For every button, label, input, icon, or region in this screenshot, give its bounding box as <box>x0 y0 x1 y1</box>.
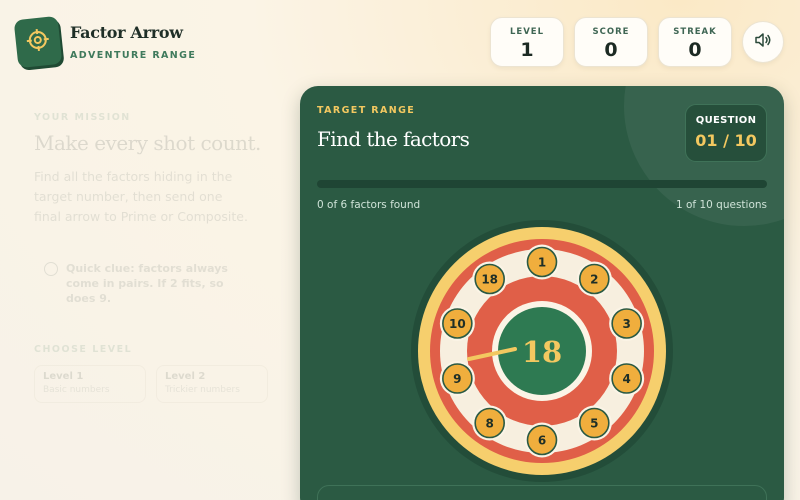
factor-option-8[interactable]: 8 <box>472 405 508 441</box>
progress-bar <box>317 180 767 188</box>
question-label: QUESTION <box>695 115 757 126</box>
mission-title: Make every shot count. <box>34 131 261 155</box>
bead-number: 10 <box>449 317 466 331</box>
questions-count-text: 1 of 10 questions <box>675 199 767 211</box>
level-1-option[interactable]: Level 1 Basic numbers <box>34 365 146 403</box>
brand: Factor Arrow ADVENTURE RANGE <box>13 15 197 69</box>
streak-label: STREAK <box>673 27 717 37</box>
question-counter: QUESTION 01 / 10 <box>685 104 767 162</box>
question-value: 01 / 10 <box>695 131 757 150</box>
bead-number: 1 <box>538 256 546 270</box>
factor-option-5[interactable]: 5 <box>576 405 612 441</box>
factor-option-3[interactable]: 3 <box>609 305 645 341</box>
factors-found-text: 0 of 6 factors found <box>317 199 421 211</box>
level-2-option[interactable]: Level 2 Trickier numbers <box>156 365 268 403</box>
app-subtitle: ADVENTURE RANGE <box>70 50 197 61</box>
level-option-title: Level 1 <box>43 371 84 382</box>
level-option-subtitle: Basic numbers <box>43 385 110 395</box>
speaker-icon <box>753 30 773 54</box>
factor-option-1[interactable]: 1 <box>524 244 560 280</box>
choose-level-label: CHOOSE LEVEL <box>34 344 133 355</box>
bead-number: 2 <box>590 272 598 286</box>
bead-number: 18 <box>481 272 498 286</box>
mission-kicker: YOUR MISSION <box>34 112 131 123</box>
factor-option-10[interactable]: 10 <box>439 305 475 341</box>
logo <box>13 15 63 69</box>
game-title: Find the factors <box>317 127 470 151</box>
score-label: SCORE <box>592 27 630 37</box>
streak-value: 0 <box>688 39 702 61</box>
target-board: 1 2 3 4 5 6 8 9 10 18 18 <box>411 220 673 482</box>
game-panel: TARGET RANGE Find the factors QUESTION 0… <box>300 86 784 500</box>
mission-description: Find all the factors hiding in the targe… <box>34 169 248 224</box>
app-title: Factor Arrow <box>70 23 183 42</box>
streak-stat: STREAK 0 <box>658 17 732 67</box>
factor-option-18[interactable]: 18 <box>472 261 508 297</box>
clue-text: Quick clue: factors always come in pairs… <box>66 262 228 305</box>
factor-option-2[interactable]: 2 <box>576 261 612 297</box>
level-option-subtitle: Trickier numbers <box>165 385 240 395</box>
score-value: 0 <box>604 39 618 61</box>
level-value: 1 <box>520 39 534 61</box>
target-icon <box>25 27 52 57</box>
factor-option-9[interactable]: 9 <box>439 361 475 397</box>
bead-number: 6 <box>538 434 546 448</box>
factor-option-4[interactable]: 4 <box>609 361 645 397</box>
level-stat: LEVEL 1 <box>490 17 564 67</box>
score-stat: SCORE 0 <box>574 17 648 67</box>
factor-option-6[interactable]: 6 <box>524 422 560 458</box>
hint-icon <box>44 262 58 276</box>
clue-box: Quick clue: factors always come in pairs… <box>36 251 261 316</box>
bead-number: 4 <box>622 372 630 386</box>
target-number: 18 <box>522 335 562 369</box>
bead-number: 8 <box>486 417 494 431</box>
sound-toggle-button[interactable] <box>742 21 784 63</box>
bead-number: 3 <box>622 317 630 331</box>
bead-number: 5 <box>590 417 598 431</box>
level-option-title: Level 2 <box>165 371 206 382</box>
bead-number: 9 <box>453 372 461 386</box>
target-range-label: TARGET RANGE <box>317 105 416 116</box>
mission-panel: YOUR MISSION Make every shot count. Find… <box>34 112 274 403</box>
level-label: LEVEL <box>509 27 545 37</box>
answer-bar[interactable] <box>317 485 767 500</box>
